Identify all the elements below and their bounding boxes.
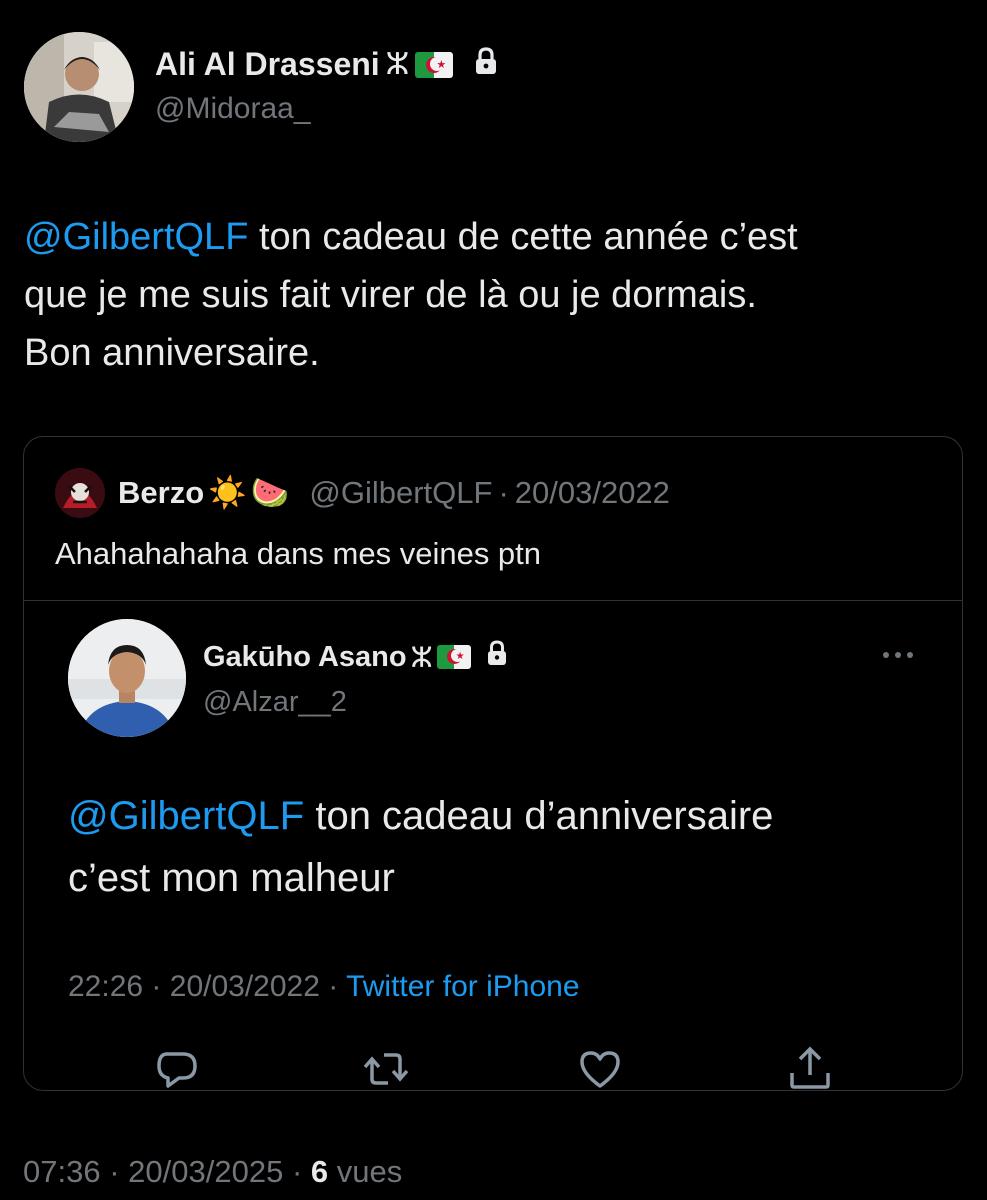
embedded-separator-2: · [328,970,339,1003]
quoted-author-avatar [55,468,105,518]
tweet-text: @GilbertQLF ton cadeau de cette année c’… [24,208,954,382]
footer-time: 07:36 [23,1154,101,1189]
embedded-time: 22:26 [68,970,144,1003]
embedded-date: 20/03/2022 [169,970,320,1003]
tweet-text-line1: ton cadeau de cette année c’est [248,216,798,258]
amazigh-symbol-small: ⵣ [410,641,433,673]
author-handle[interactable]: @Midoraa_ [155,92,311,126]
lock-icon [473,46,499,83]
tweet-text-line3: Bon anniversaire. [24,332,320,374]
tweet-footer-meta: 07:36 · 20/03/2025 · 6 vues [23,1154,402,1190]
algeria-flag-icon-small: ★ [436,645,471,669]
author-avatar[interactable] [24,32,134,142]
embedded-text-line1: ton cadeau d’anniversaire [304,794,774,838]
embedded-name-row: Gakūho Asano ⵣ ★ [203,640,509,674]
embedded-author-handle: @Alzar__2 [203,686,347,718]
embedded-author-avatar [68,619,186,737]
footer-separator-2: · [291,1154,303,1189]
reply-icon [153,1045,201,1093]
embedded-source: Twitter for iPhone [346,970,580,1003]
watermelon-emoji: 🍉 [250,475,290,510]
algeria-flag-icon: ★ [415,51,454,78]
quoted-header: Berzo ☀️ 🍉 @GilbertQLF · 20/03/2022 [118,474,670,511]
heart-icon [576,1045,624,1093]
view-count: 6 [310,1154,329,1189]
share-icon [786,1045,834,1093]
quoted-handle[interactable]: @GilbertQLF [309,475,492,511]
author-name-row: Ali Al Drasseni ⵣ ★ [155,46,499,83]
retweet-icon [362,1045,410,1093]
tweet-mention-link[interactable]: @GilbertQLF [24,216,248,258]
tweet-text-line2: que je me suis fait virer de là ou je do… [24,274,757,316]
embedded-meta: 22:26 · 20/03/2022 · Twitter for iPhone [68,970,580,1004]
quoted-separator: · [498,474,509,510]
embedded-text-line2: c’est mon malheur [68,856,395,900]
embedded-separator-1: · [151,970,162,1003]
lock-icon-small [485,640,509,674]
quote-divider [23,600,963,601]
author-name[interactable]: Ali Al Drasseni [155,46,380,83]
embedded-mention: @GilbertQLF [68,794,305,838]
author-avatar-photo [24,32,134,142]
amazigh-symbol: ⵣ [385,48,410,81]
view-label: vues [336,1154,403,1189]
quoted-date: 20/03/2022 [514,474,670,510]
more-options-icon [878,645,918,665]
quoted-avatar-photo [55,468,105,518]
sun-emoji: ☀️ [208,475,247,510]
embedded-author-name: Gakūho Asano [203,640,407,673]
footer-date: 20/03/2025 [128,1154,284,1189]
embedded-tweet-text: @GilbertQLF ton cadeau d’anniversaire c’… [68,785,938,909]
quoted-text: Ahahahahaha dans mes veines ptn [55,536,542,571]
footer-separator-1: · [109,1154,120,1189]
quoted-author-name[interactable]: Berzo [118,475,204,511]
embedded-avatar-photo [68,619,186,737]
